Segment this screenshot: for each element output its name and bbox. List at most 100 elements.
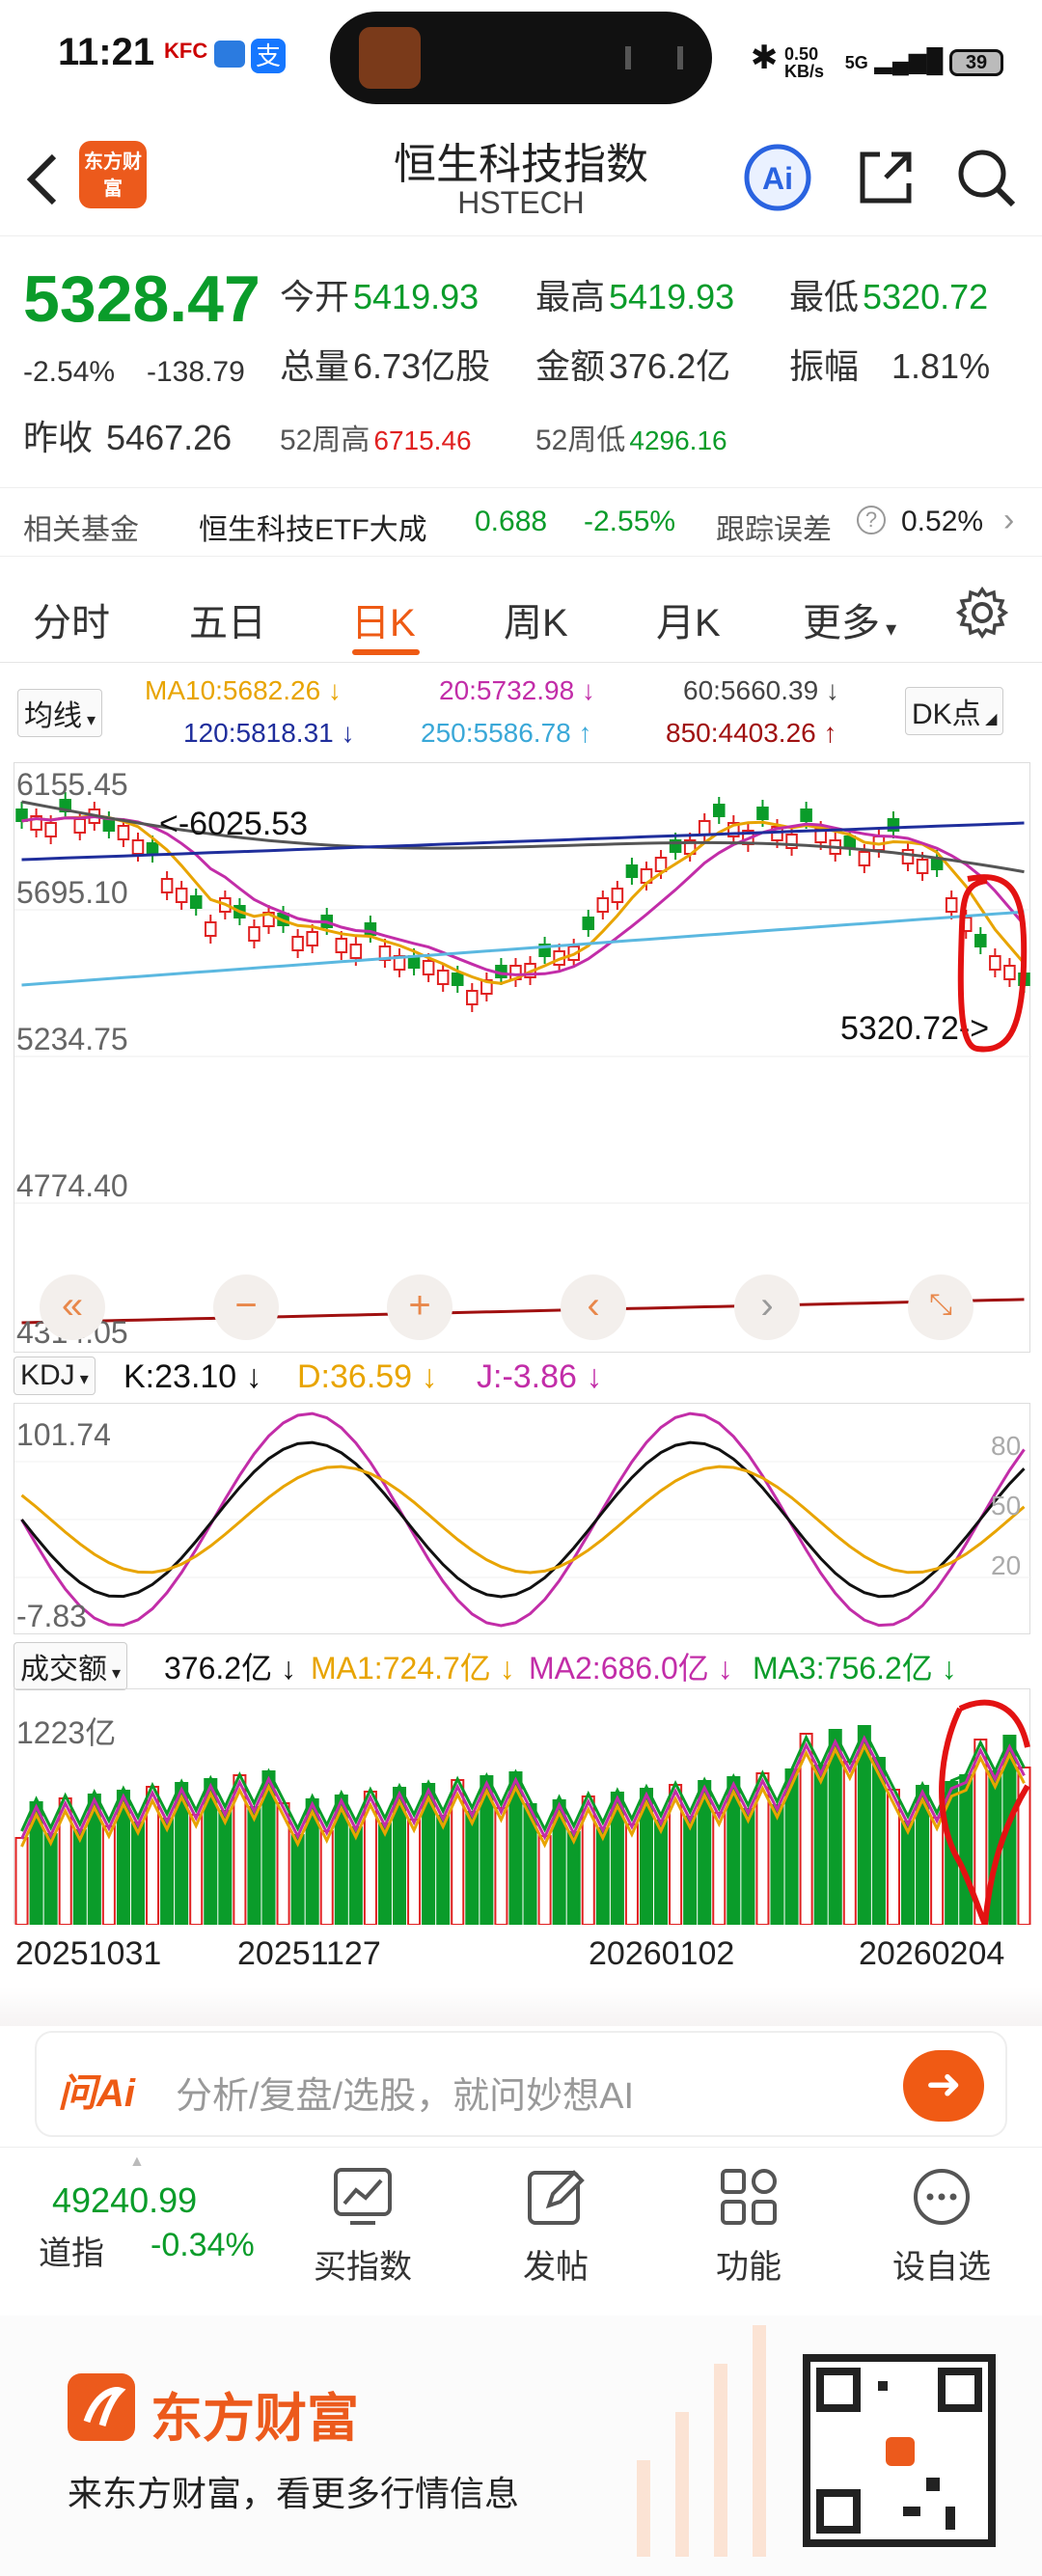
ma10-value: MA10:5682.26 ↓ — [145, 675, 342, 705]
candle — [756, 807, 769, 820]
week52-low: 52周低 4296.16 — [535, 416, 727, 458]
tab-weekly-k[interactable]: 周K — [504, 591, 568, 647]
ma850-value: 850:4403.26 ↑ — [666, 718, 837, 748]
volume-chart[interactable]: 1223亿 — [14, 1688, 1031, 1926]
volume-bar — [842, 1761, 857, 1926]
indicator-selector-label: 均线 — [24, 700, 82, 732]
candle — [858, 851, 871, 866]
volume-ma2: MA2:686.0亿 ↓ — [529, 1651, 733, 1685]
tab-daily-k[interactable]: 日K — [351, 591, 416, 647]
change-pct: -2.54% — [23, 356, 116, 388]
candle — [146, 842, 159, 856]
fund-pct: -2.55% — [584, 506, 676, 537]
ticker-name[interactable]: 道指 — [39, 2227, 104, 2274]
arrow-right-icon: ➜ — [925, 2061, 962, 2108]
ma850-line — [21, 1298, 1025, 1325]
more-icon — [914, 2169, 970, 2225]
volume-bar — [14, 1837, 29, 1926]
volume: 总量 6.73亿股 — [280, 339, 490, 389]
kdj-chart[interactable]: 101.74 -7.83 80 50 20 — [14, 1403, 1031, 1634]
zoom-out-button[interactable]: − — [213, 1274, 279, 1340]
divider — [0, 1987, 1042, 2026]
candle — [422, 960, 435, 975]
candle — [248, 926, 260, 942]
dk-selector[interactable]: DK点 ◢ — [905, 687, 1004, 735]
candle — [205, 921, 217, 937]
amount-value: 376.2亿 — [609, 346, 731, 386]
volume-selector[interactable]: 成交额 ▾ — [14, 1642, 128, 1690]
tab-five-day[interactable]: 五日 — [189, 591, 266, 647]
candle — [117, 825, 130, 840]
search-button[interactable] — [951, 143, 1021, 212]
volume-value: 6.73亿股 — [353, 346, 491, 386]
kline-chart[interactable]: 6155.45 5695.10 5234.75 4774.40 4314.05 … — [14, 762, 1031, 1354]
volume-bar — [290, 1834, 305, 1926]
volume-ma1: MA1:724.7亿 ↓ — [311, 1651, 515, 1685]
volume-y-top: 1223亿 — [16, 1715, 117, 1750]
candle — [44, 822, 57, 837]
volume-bar — [130, 1822, 146, 1926]
nav-post-label: 发帖 — [523, 2249, 589, 2286]
tab-intraday[interactable]: 分时 — [33, 591, 110, 647]
nav-post[interactable]: 发帖 — [479, 2167, 633, 2288]
fullscreen-button[interactable]: ⤡ — [908, 1274, 973, 1340]
volume-bar — [654, 1820, 669, 1926]
y-label-4: 4774.40 — [16, 1168, 128, 1203]
status-bar: 11:21 KFC 支 ✱ 0.50 KB/s 5G ▂▄▆█ 39 — [0, 0, 1042, 116]
date-label-4: 20260204 — [859, 1935, 1005, 1972]
nav-buy-index[interactable]: 买指数 — [286, 2167, 440, 2288]
nav-add-watchlist[interactable]: 设自选 — [864, 2167, 1019, 2288]
kdj-selector[interactable]: KDJ ▾ — [14, 1357, 96, 1395]
page-header: 东方财富 恒生科技指数 HSTECH Ai — [0, 116, 1042, 236]
ask-ai-brand: 问Ai — [58, 2072, 135, 2115]
volume-bar — [160, 1818, 175, 1926]
kdj-canvas — [14, 1411, 1031, 1628]
volume-bar — [407, 1819, 422, 1926]
volume-bar — [377, 1822, 392, 1926]
indicator-selector[interactable]: 均线 ▾ — [17, 689, 103, 737]
kdj-level-20: 20 — [991, 1550, 1022, 1580]
scroll-left-button[interactable]: ‹ — [561, 1274, 626, 1340]
ai-button[interactable]: Ai — [743, 143, 812, 212]
related-fund-row[interactable]: 相关基金 恒生科技ETF大成 0.688 -2.55% 跟踪误差 ? 0.52%… — [0, 487, 1042, 557]
nav-buy-index-label: 买指数 — [314, 2249, 412, 2286]
fund-price: 0.688 — [475, 506, 548, 537]
candle — [901, 849, 915, 864]
scroll-right-button[interactable]: › — [734, 1274, 800, 1340]
alipay-icon: 支 — [251, 39, 286, 73]
ask-ai-bar[interactable]: 问Ai 分析/复盘/选股，就问妙想AI ➜ — [35, 2031, 1007, 2137]
settings-button[interactable] — [955, 586, 1009, 644]
scroll-left-fast-button[interactable]: « — [40, 1274, 105, 1340]
ticker-value[interactable]: 49240.99 — [52, 2180, 197, 2221]
kdj-j-value: J:-3.86 ↓ — [477, 1358, 603, 1395]
kline-canvas[interactable] — [14, 763, 1031, 1354]
tab-more[interactable]: 更多 ▾ — [803, 591, 896, 647]
trend-chart-icon — [334, 2168, 392, 2225]
ask-ai-send-button[interactable]: ➜ — [903, 2050, 984, 2122]
volume-label: 总量 — [280, 346, 350, 386]
volume-legend: 成交额 ▾ 376.2亿 ↓ MA1:724.7亿 ↓ MA2:686.0亿 ↓… — [0, 1640, 1042, 1690]
volume-bar — [900, 1821, 916, 1926]
edit-icon — [528, 2170, 585, 2225]
decorative-candles — [637, 2325, 766, 2557]
app-notification-icon: KFC — [164, 39, 208, 63]
max-price-marker: <-6025.53 — [159, 806, 309, 842]
tab-monthly-k[interactable]: 月K — [656, 591, 721, 647]
signal-icon: ▂▄▆█ — [874, 48, 944, 74]
date-label-3: 20260102 — [589, 1935, 735, 1972]
nav-functions[interactable]: 功能 — [672, 2167, 826, 2288]
share-button[interactable] — [851, 143, 920, 212]
amplitude-value: 1.81% — [891, 346, 991, 386]
zoom-in-button[interactable]: + — [387, 1274, 452, 1340]
change-abs: -138.79 — [147, 356, 245, 388]
candle — [160, 878, 174, 893]
share-icon — [860, 151, 912, 204]
candle — [349, 944, 363, 959]
help-icon[interactable]: ? — [857, 506, 886, 534]
media-thumbnail — [359, 27, 421, 89]
volume-bar — [595, 1827, 610, 1926]
volume-bar — [101, 1825, 116, 1926]
ask-ai-placeholder: 分析/复盘/选股，就问妙想AI — [176, 2076, 635, 2117]
volume-bar — [218, 1810, 233, 1926]
volume-bar — [683, 1816, 698, 1926]
